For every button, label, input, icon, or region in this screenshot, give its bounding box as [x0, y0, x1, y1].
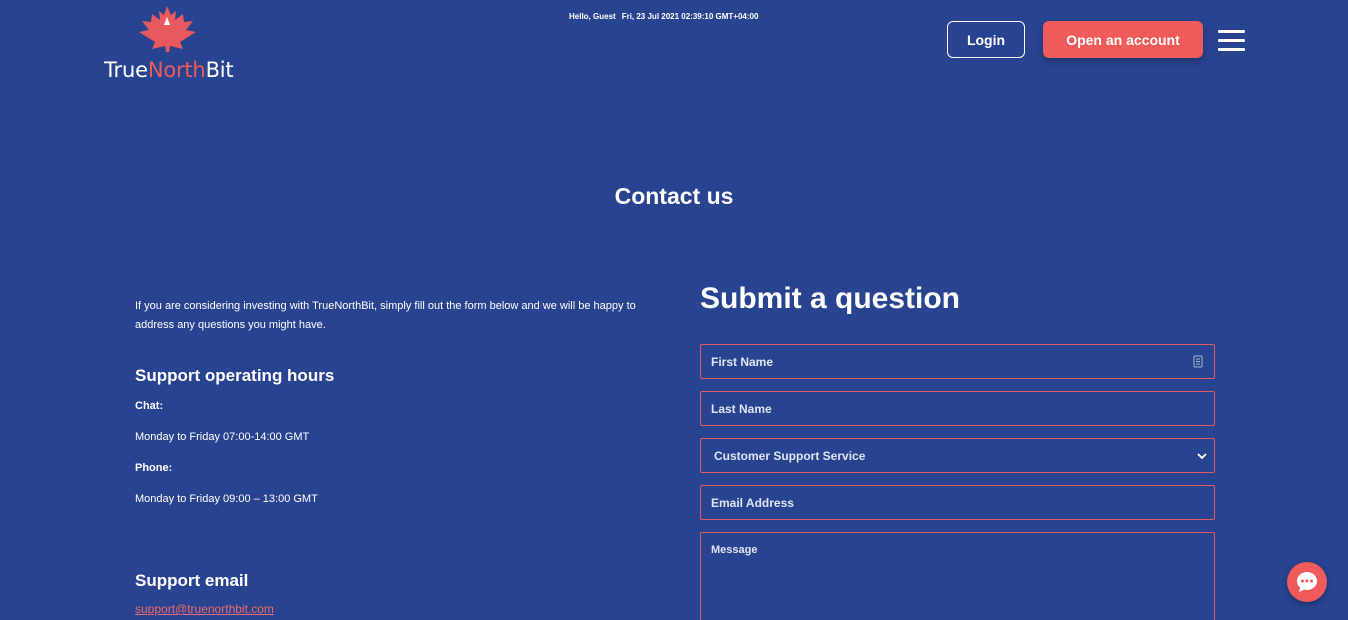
chat-label: Chat:	[135, 400, 164, 412]
phone-hours: Monday to Friday 09:00 – 13:00 GMT	[135, 493, 318, 505]
chat-widget-button[interactable]	[1287, 562, 1327, 602]
support-hours-heading: Support operating hours	[135, 366, 335, 385]
autofill-icon	[1193, 355, 1203, 368]
first-name-placeholder: First Name	[711, 354, 774, 369]
support-email-link[interactable]: support@truenorthbit.com	[135, 602, 274, 616]
message-textarea[interactable]: Message	[700, 532, 1215, 620]
last-name-input[interactable]: Last Name	[700, 391, 1215, 426]
chevron-down-icon	[1197, 453, 1207, 460]
last-name-placeholder: Last Name	[711, 401, 772, 416]
brand-logo[interactable]: TrueNorthBit	[104, 6, 234, 82]
hamburger-menu-icon[interactable]	[1218, 30, 1246, 52]
maple-leaf-icon	[139, 6, 196, 52]
logo-text-bit: Bit	[205, 58, 234, 82]
login-button[interactable]: Login	[947, 21, 1025, 58]
email-placeholder: Email Address	[711, 495, 794, 510]
logo-wordmark: TrueNorthBit	[104, 58, 234, 82]
support-email-heading: Support email	[135, 571, 249, 590]
chat-bubble-icon	[1297, 572, 1317, 592]
department-selected-value: Customer Support Service	[714, 448, 866, 463]
form-title: Submit a question	[700, 282, 961, 315]
page-title: Contact us	[614, 183, 734, 209]
department-select[interactable]: Customer Support Service	[700, 438, 1215, 473]
logo-text-north: North	[147, 58, 206, 82]
first-name-input[interactable]: First Name	[700, 344, 1215, 379]
user-greeting: Hello, Guest Fri, 23 Jul 2021 02:39:10 GM…	[569, 12, 758, 21]
open-account-button[interactable]: Open an account	[1043, 21, 1203, 58]
intro-text: If you are considering investing with Tr…	[135, 300, 636, 331]
current-datetime: Fri, 23 Jul 2021 02:39:10 GMT+04:00	[621, 12, 759, 21]
greeting-text: Hello, Guest	[569, 12, 616, 21]
phone-label: Phone:	[135, 462, 173, 474]
message-placeholder: Message	[711, 544, 758, 556]
chat-hours: Monday to Friday 07:00-14:00 GMT	[135, 431, 310, 443]
logo-text-true: True	[104, 58, 148, 82]
email-input[interactable]: Email Address	[700, 485, 1215, 520]
